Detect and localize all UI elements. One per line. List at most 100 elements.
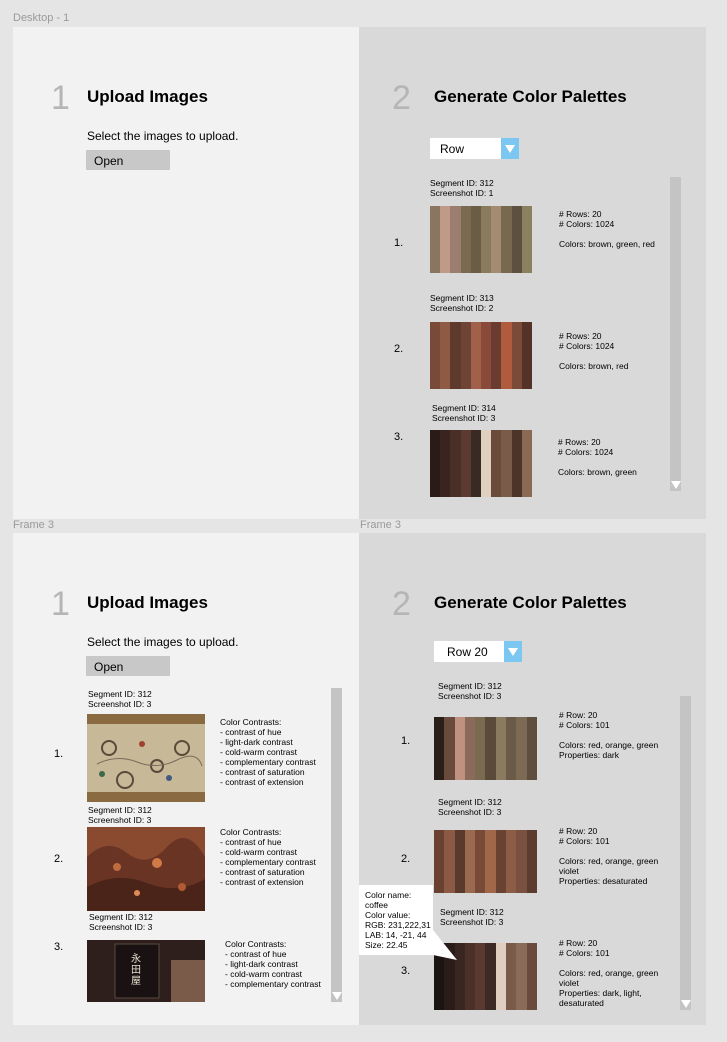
- palette-swatch[interactable]: [481, 206, 492, 273]
- palette-strip[interactable]: [434, 717, 537, 780]
- chevron-down-icon[interactable]: [504, 641, 522, 662]
- segment-meta: Segment ID: 312 Screenshot ID: 3: [88, 805, 152, 825]
- palette-swatch[interactable]: [454, 717, 465, 780]
- segment-meta: Segment ID: 312 Screenshot ID: 3: [89, 912, 153, 932]
- palette-swatch[interactable]: [460, 206, 471, 273]
- scroll-down-icon[interactable]: [680, 1000, 691, 1008]
- palette-swatch[interactable]: [501, 322, 512, 389]
- upload-title: Upload Images: [87, 593, 208, 612]
- palette-swatch[interactable]: [521, 322, 532, 389]
- palette-swatch[interactable]: [516, 717, 527, 780]
- image-thumbnail[interactable]: 永田屋: [87, 940, 205, 1002]
- palette-swatch[interactable]: [516, 830, 527, 893]
- palette-swatch[interactable]: [475, 830, 486, 893]
- palette-info: # Rows: 20 # Colors: 1024 Colors: brown,…: [559, 331, 629, 371]
- contrast-list: Color Contrasts: - contrast of hue - col…: [220, 827, 316, 887]
- row-select-value: Row 20: [447, 645, 488, 659]
- palette-swatch[interactable]: [495, 830, 507, 893]
- palette-info: # Rows: 20 # Colors: 1024 Colors: brown,…: [558, 437, 637, 477]
- palette-swatch[interactable]: [450, 430, 461, 497]
- segment-meta: Segment ID: 314 Screenshot ID: 3: [432, 403, 496, 423]
- palette-swatch[interactable]: [450, 322, 461, 389]
- palette-swatch[interactable]: [470, 206, 482, 273]
- scrollbar[interactable]: [680, 696, 691, 1010]
- palette-swatch[interactable]: [444, 717, 455, 780]
- palette-strip[interactable]: [430, 430, 532, 497]
- palette-swatch[interactable]: [481, 322, 492, 389]
- palette-swatch[interactable]: [491, 322, 502, 389]
- palette-swatch[interactable]: [495, 943, 507, 1010]
- palette-strip[interactable]: [434, 830, 537, 893]
- palette-swatch[interactable]: [481, 430, 492, 497]
- palette-swatch[interactable]: [501, 430, 512, 497]
- scroll-down-icon[interactable]: [331, 992, 342, 1000]
- scroll-down-icon[interactable]: [670, 481, 681, 489]
- frame-label-frame3-left: Frame 3: [13, 519, 54, 531]
- palette-swatch[interactable]: [521, 206, 532, 273]
- palette-swatch[interactable]: [434, 717, 445, 780]
- palette-swatch[interactable]: [440, 206, 451, 273]
- palette-strip[interactable]: [430, 206, 532, 273]
- generate-title: Generate Color Palettes: [434, 87, 627, 106]
- palette-swatch[interactable]: [460, 322, 471, 389]
- palette-swatch[interactable]: [506, 943, 517, 1010]
- palette-swatch[interactable]: [511, 430, 522, 497]
- palette-swatch[interactable]: [491, 206, 502, 273]
- upload-title: Upload Images: [87, 87, 208, 106]
- palette-swatch[interactable]: [485, 830, 496, 893]
- palette-swatch[interactable]: [430, 206, 441, 273]
- item-index: 1.: [394, 237, 404, 249]
- palette-swatch[interactable]: [521, 430, 532, 497]
- palette-swatch[interactable]: [511, 322, 522, 389]
- palette-swatch[interactable]: [434, 830, 445, 893]
- palette-swatch[interactable]: [506, 717, 517, 780]
- palette-swatch[interactable]: [485, 717, 496, 780]
- image-thumbnail[interactable]: [87, 714, 205, 802]
- palette-swatch[interactable]: [470, 430, 482, 497]
- scrollbar[interactable]: [331, 688, 342, 1002]
- palette-swatch[interactable]: [464, 943, 476, 1010]
- palette-swatch[interactable]: [526, 717, 537, 780]
- palette-swatch[interactable]: [495, 717, 507, 780]
- image-thumbnail[interactable]: [87, 827, 205, 911]
- upload-instruction: Select the images to upload.: [87, 635, 239, 649]
- palette-strip[interactable]: [430, 322, 532, 389]
- palette-swatch[interactable]: [526, 943, 537, 1010]
- segment-meta: Segment ID: 312 Screenshot ID: 3: [88, 689, 152, 709]
- chevron-down-icon[interactable]: [501, 138, 519, 159]
- palette-swatch[interactable]: [501, 206, 512, 273]
- palette-swatch[interactable]: [475, 717, 486, 780]
- palette-swatch[interactable]: [444, 830, 455, 893]
- palette-swatch[interactable]: [430, 430, 441, 497]
- palette-swatch[interactable]: [526, 830, 537, 893]
- segment-meta: Segment ID: 312 Screenshot ID: 1: [430, 178, 494, 198]
- segment-meta: Segment ID: 312 Screenshot ID: 3: [438, 681, 502, 701]
- sign-text: 永田屋: [131, 954, 141, 987]
- palette-swatch[interactable]: [454, 830, 465, 893]
- palette-swatch[interactable]: [450, 206, 461, 273]
- row-select[interactable]: Row 20: [434, 641, 522, 662]
- palette-swatch[interactable]: [440, 322, 451, 389]
- item-index: 2.: [394, 343, 404, 355]
- generate-panel-top: 2 Generate Color Palettes Row Segment ID…: [359, 27, 706, 519]
- palette-swatch[interactable]: [440, 430, 451, 497]
- palette-swatch[interactable]: [470, 322, 482, 389]
- upload-panel-bottom: 1 Upload Images Select the images to upl…: [13, 533, 359, 1025]
- open-button[interactable]: Open: [86, 150, 170, 170]
- segment-meta: Segment ID: 312 Screenshot ID: 3: [440, 907, 504, 927]
- palette-swatch[interactable]: [516, 943, 527, 1010]
- row-select[interactable]: Row: [430, 138, 519, 159]
- palette-swatch[interactable]: [464, 717, 476, 780]
- scrollbar[interactable]: [670, 177, 681, 491]
- palette-swatch[interactable]: [430, 322, 441, 389]
- palette-swatch[interactable]: [464, 830, 476, 893]
- palette-swatch[interactable]: [491, 430, 502, 497]
- palette-swatch[interactable]: [485, 943, 496, 1010]
- palette-swatch[interactable]: [511, 206, 522, 273]
- palette-swatch[interactable]: [460, 430, 471, 497]
- upload-panel-top: 1 Upload Images Select the images to upl…: [13, 27, 359, 519]
- palette-swatch[interactable]: [506, 830, 517, 893]
- segment-meta: Segment ID: 313 Screenshot ID: 2: [430, 293, 494, 313]
- open-button[interactable]: Open: [86, 656, 170, 676]
- palette-swatch[interactable]: [475, 943, 486, 1010]
